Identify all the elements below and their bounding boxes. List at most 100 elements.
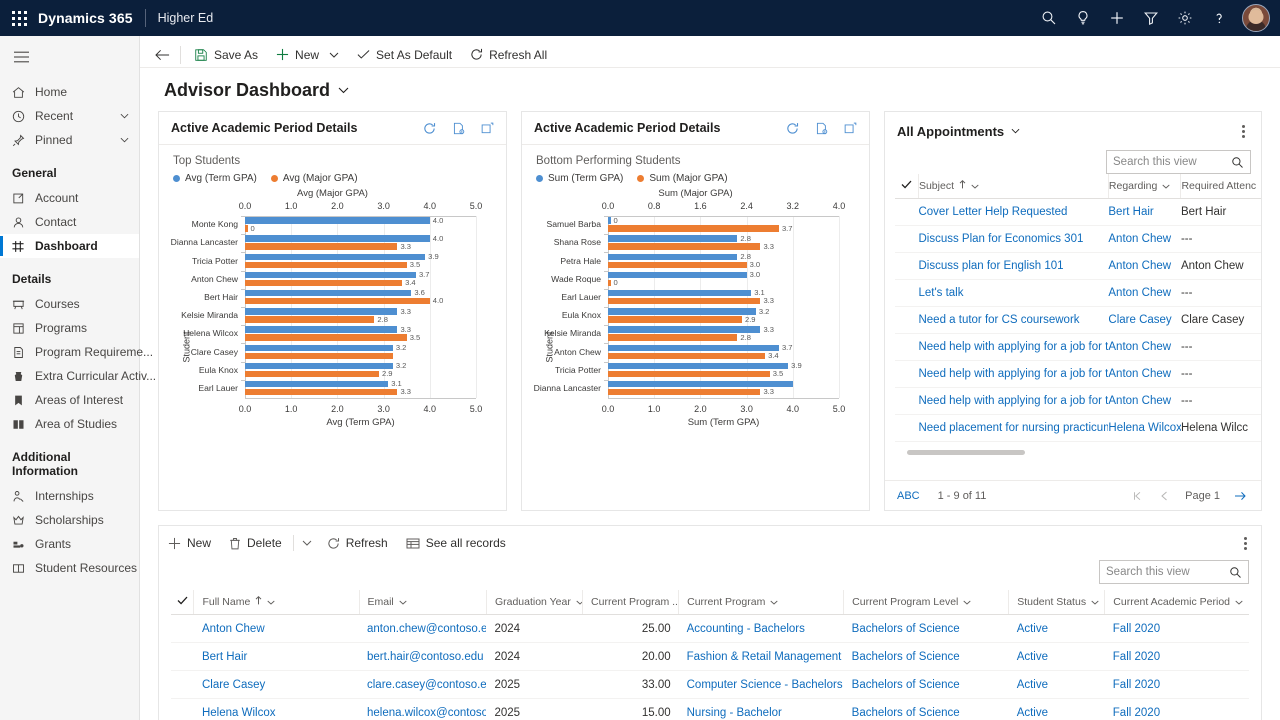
refresh-icon[interactable] (786, 122, 799, 135)
first-page-button[interactable] (1133, 491, 1146, 501)
search-input[interactable] (1113, 156, 1227, 168)
chart-bar[interactable] (245, 334, 407, 341)
cell-email[interactable]: anton.chew@contoso.edu (359, 615, 486, 643)
students-grid-more-icon[interactable] (1240, 533, 1251, 554)
new-record-button[interactable]: New (159, 530, 220, 556)
chevron-down-icon[interactable] (1162, 180, 1170, 192)
export-chart-icon[interactable] (815, 122, 828, 135)
chart-bar[interactable] (245, 272, 416, 279)
row-checkbox[interactable] (895, 253, 918, 280)
chevron-down-icon[interactable] (329, 52, 339, 58)
lightbulb-icon[interactable] (1066, 0, 1100, 36)
cell-academic-period[interactable]: Fall 2020 (1105, 643, 1249, 671)
alpha-filter[interactable]: ABC (897, 490, 920, 502)
table-row[interactable]: Anton Chewanton.chew@contoso.edu202425.0… (171, 615, 1249, 643)
cell-subject[interactable]: Need help with applying for a job for th (918, 334, 1108, 361)
cell-regarding[interactable]: Bert Hair (1108, 199, 1181, 226)
cell-student-status[interactable]: Active (1009, 699, 1105, 720)
cell-subject[interactable]: Cover Letter Help Requested (918, 199, 1108, 226)
cell-student-status[interactable]: Active (1009, 615, 1105, 643)
chart-bar[interactable] (608, 363, 788, 370)
refresh-button[interactable]: Refresh (318, 530, 397, 556)
sidebar-item-internships[interactable]: Internships (0, 484, 139, 508)
chart-plot-area-1[interactable]: Avg (Major GPA) Student 0.01.02.03.04.05… (169, 188, 496, 506)
students-column-current-program[interactable]: Current Program (679, 590, 844, 615)
sidebar-item-extra-curricular-activities[interactable]: Extra Curricular Activ... (0, 364, 139, 388)
table-row[interactable]: Need help with applying for a job for th… (895, 361, 1261, 388)
chart-bar[interactable] (608, 371, 770, 378)
table-row[interactable]: Need a tutor for CS courseworkClare Case… (895, 307, 1261, 334)
chart-bar[interactable] (245, 290, 411, 297)
cell-current-program[interactable]: Nursing - Bachelor (679, 699, 844, 720)
next-page-button[interactable] (1234, 491, 1247, 501)
chart-bar[interactable] (608, 290, 751, 297)
legend-item[interactable]: Avg (Term GPA) (173, 173, 257, 184)
chart-bar[interactable] (608, 353, 765, 360)
refresh-icon[interactable] (423, 122, 436, 135)
app-launcher-icon[interactable] (6, 5, 32, 31)
appointments-horizontal-scrollbar[interactable] (907, 450, 1025, 455)
plus-icon[interactable] (1100, 0, 1134, 36)
chart-bar[interactable] (245, 254, 425, 261)
table-row[interactable]: Helena Wilcoxhelena.wilcox@contoso.edu.2… (171, 699, 1249, 720)
see-all-records-button[interactable]: See all records (397, 530, 515, 556)
sidebar-item-scholarships[interactable]: Scholarships (0, 508, 139, 532)
row-checkbox[interactable] (171, 643, 194, 671)
chevron-down-icon[interactable] (963, 596, 971, 608)
table-row[interactable]: Cover Letter Help RequestedBert HairBert… (895, 199, 1261, 226)
table-row[interactable]: Need help with applying for a job for th… (895, 388, 1261, 415)
chevron-down-icon[interactable] (1011, 128, 1020, 134)
sidebar-item-programs[interactable]: Programs (0, 316, 139, 340)
cell-current-program[interactable]: Computer Science - Bachelors (679, 671, 844, 699)
chart-bar[interactable] (245, 217, 430, 224)
chart-bar[interactable] (608, 225, 779, 232)
sidebar-item-program-requirements[interactable]: Program Requireme... (0, 340, 139, 364)
chevron-down-icon[interactable] (120, 137, 129, 143)
chart-bar[interactable] (608, 345, 779, 352)
chart-bar[interactable] (245, 353, 393, 360)
cell-full-name[interactable]: Clare Casey (194, 671, 359, 699)
cell-academic-period[interactable]: Fall 2020 (1105, 615, 1249, 643)
cell-subject[interactable]: Discuss Plan for Economics 301 (918, 226, 1108, 253)
cell-email[interactable]: bert.hair@contoso.edu (359, 643, 486, 671)
chevron-down-icon[interactable] (1235, 596, 1243, 608)
chart-bar[interactable] (245, 345, 393, 352)
select-all-checkbox[interactable] (895, 174, 918, 199)
table-row[interactable]: Discuss Plan for Economics 301Anton Chew… (895, 226, 1261, 253)
chart-bar[interactable] (245, 225, 248, 232)
chart-bar[interactable] (245, 381, 388, 388)
cell-subject[interactable]: Discuss plan for English 101 (918, 253, 1108, 280)
chart-bar[interactable] (245, 389, 397, 396)
legend-item[interactable]: Sum (Major GPA) (637, 173, 727, 184)
chart-bar[interactable] (245, 326, 397, 333)
help-icon[interactable] (1202, 0, 1236, 36)
appointments-column-subject[interactable]: Subject (918, 174, 1108, 199)
sidebar-item-pinned[interactable]: Pinned (0, 128, 139, 152)
chart-bar[interactable] (608, 272, 747, 279)
chart-plot-area-2[interactable]: Sum (Major GPA) Student 0.00.81.62.43.24… (532, 188, 859, 506)
row-checkbox[interactable] (895, 226, 918, 253)
expand-chart-icon[interactable] (844, 122, 857, 134)
chevron-down-icon[interactable] (399, 596, 407, 608)
refresh-all-button[interactable]: Refresh All (461, 43, 556, 67)
students-column-graduation-year[interactable]: Graduation Year (486, 590, 582, 615)
cell-academic-period[interactable]: Fall 2020 (1105, 671, 1249, 699)
row-checkbox[interactable] (171, 615, 194, 643)
appointments-more-icon[interactable] (1238, 121, 1249, 142)
row-checkbox[interactable] (895, 307, 918, 334)
chart-bar[interactable] (245, 243, 397, 250)
sidebar-item-courses[interactable]: Courses (0, 292, 139, 316)
app-name[interactable]: Higher Ed (158, 11, 214, 25)
cell-student-status[interactable]: Active (1009, 643, 1105, 671)
save-as-button[interactable]: Save As (185, 43, 267, 67)
students-column-email[interactable]: Email (359, 590, 486, 615)
legend-item[interactable]: Sum (Term GPA) (536, 173, 623, 184)
cell-program-level[interactable]: Bachelors of Science (844, 699, 1009, 720)
cell-academic-period[interactable]: Fall 2020 (1105, 699, 1249, 720)
sidebar-item-student-resources[interactable]: Student Resources (0, 556, 139, 580)
previous-page-button[interactable] (1160, 491, 1171, 501)
cell-regarding[interactable]: Anton Chew (1108, 253, 1181, 280)
sidebar-item-dashboard[interactable]: Dashboard (0, 234, 139, 258)
sidebar-item-areas-of-interest[interactable]: Areas of Interest (0, 388, 139, 412)
avatar[interactable] (1242, 4, 1270, 32)
